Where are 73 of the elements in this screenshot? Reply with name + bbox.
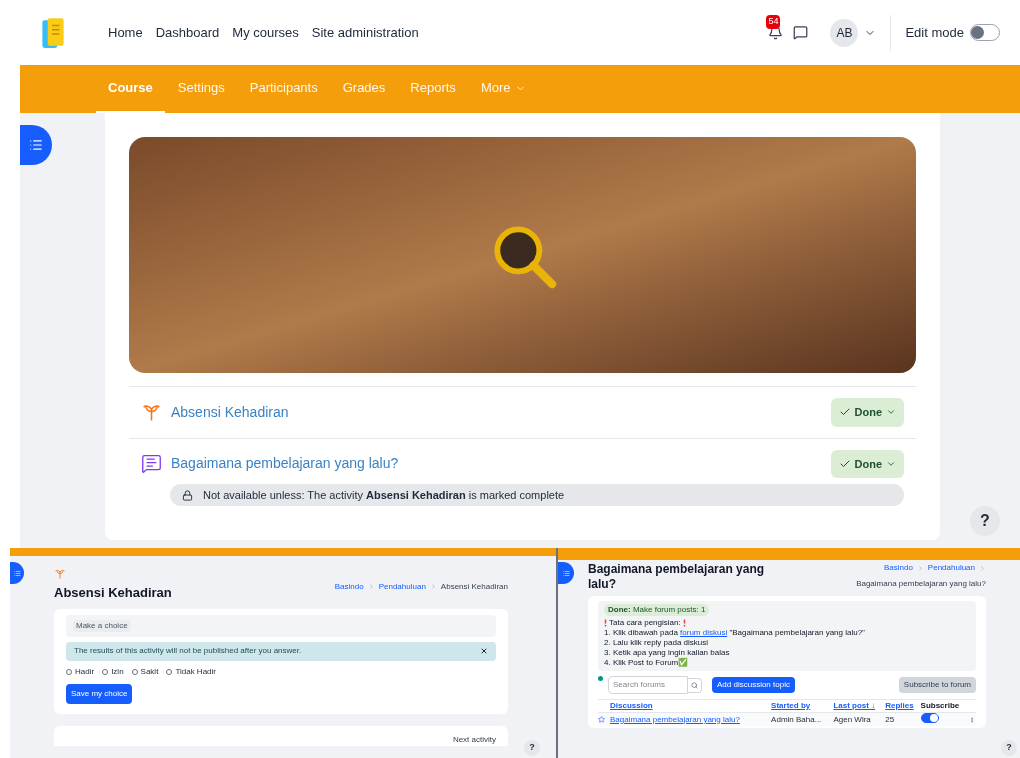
help-button[interactable]: ? bbox=[970, 506, 1000, 536]
list-icon bbox=[562, 569, 570, 577]
completion-dropdown[interactable]: Done bbox=[830, 449, 904, 478]
chat-icon bbox=[141, 453, 162, 475]
column-header[interactable]: Last post ↓ bbox=[833, 699, 886, 713]
table-cell: Agen Wira bbox=[833, 712, 886, 726]
table-cell: 25 bbox=[885, 712, 921, 726]
nav-link[interactable]: Dashboard bbox=[155, 22, 220, 43]
edit-mode-label: Edit mode bbox=[905, 23, 964, 42]
book-logo[interactable] bbox=[40, 15, 66, 50]
drawer-button[interactable] bbox=[20, 125, 52, 165]
column-header: Subscribe bbox=[920, 699, 969, 713]
notification-count: 54 bbox=[766, 15, 781, 29]
column-header[interactable]: Started by bbox=[771, 699, 834, 713]
page-title: Absensi Kehadiran bbox=[54, 584, 172, 602]
chevron-icon bbox=[429, 583, 437, 590]
forum-link[interactable]: forum diskusi bbox=[680, 628, 728, 637]
alert-text: The results of this activity will not be published after you answer. bbox=[74, 645, 302, 657]
add-discussion-button[interactable]: Add discussion topic bbox=[712, 677, 795, 693]
page-title: Bagaimana pembelajaran yang lalu? bbox=[588, 562, 766, 592]
help-button[interactable]: ? bbox=[524, 740, 540, 756]
bell-icon[interactable] bbox=[768, 25, 784, 40]
table-cell: Admin Baha... bbox=[771, 712, 834, 726]
completion-badge: Done: Make forum posts: 1 bbox=[604, 604, 710, 616]
exclamation-icon bbox=[682, 618, 686, 627]
nav-link[interactable]: My courses bbox=[232, 22, 299, 43]
toggle-switch[interactable] bbox=[970, 24, 1000, 41]
close-icon[interactable] bbox=[480, 647, 488, 655]
restriction-text: Not available unless: The activity Absensi Kehadiran is marked complete bbox=[203, 487, 565, 503]
radio-option[interactable]: Izin bbox=[102, 665, 124, 678]
save-button[interactable]: Save my choice bbox=[66, 683, 133, 704]
nav-link[interactable]: Site administration bbox=[311, 22, 419, 43]
star-icon[interactable] bbox=[598, 716, 605, 723]
drawer-button[interactable] bbox=[558, 562, 574, 584]
breadcrumb-link[interactable]: Basindo bbox=[334, 580, 364, 593]
chevron-icon bbox=[979, 564, 986, 572]
activity-link[interactable]: Absensi Kehadiran bbox=[171, 401, 289, 423]
chat-icon[interactable] bbox=[793, 25, 809, 40]
avatar[interactable]: AB bbox=[830, 18, 859, 47]
breadcrumb-link[interactable]: Pendahuluan bbox=[378, 580, 426, 593]
column-header[interactable]: Replies bbox=[885, 699, 921, 713]
instruction-line: 4. Klik Post to Forum✅ bbox=[604, 658, 690, 668]
search-field[interactable]: Search forums bbox=[608, 676, 688, 694]
lock-icon bbox=[182, 489, 193, 501]
exclamation-icon bbox=[604, 618, 607, 627]
breadcrumb-link[interactable]: Pendahuluan bbox=[927, 562, 975, 574]
discussion-link[interactable]: Bagaimana pembelajaran yang lalu? bbox=[610, 712, 772, 726]
column-header[interactable]: Discussion bbox=[610, 699, 772, 713]
signpost-icon bbox=[54, 568, 66, 580]
list-icon bbox=[13, 569, 21, 577]
subscribe-button[interactable]: Subscribe to forum bbox=[898, 677, 976, 693]
breadcrumb-link[interactable]: Basindo bbox=[883, 562, 913, 574]
radio-option[interactable]: Tidak Hadir bbox=[166, 665, 216, 678]
more-icon[interactable] bbox=[968, 716, 975, 723]
instruction-line: 2. Lalu klik reply pada diskusi bbox=[604, 638, 710, 648]
completion-dropdown[interactable]: Done bbox=[830, 398, 904, 427]
drawer-button[interactable] bbox=[10, 562, 24, 584]
instruction-line: 1. Klik dibawah pada forum diskusi "Bagaimana pembelajaran yang lalu?" bbox=[604, 628, 866, 638]
nav-link[interactable]: Home bbox=[108, 22, 143, 43]
instructions-heading: Tata cara pengisian: bbox=[604, 618, 970, 628]
next-activity-link[interactable]: Next activity bbox=[452, 733, 496, 746]
toggle-switch[interactable] bbox=[920, 713, 939, 723]
search-icon bbox=[691, 681, 698, 689]
chevron-icon bbox=[367, 583, 375, 590]
radio-option[interactable]: Sakit bbox=[131, 665, 159, 678]
activity-tag: Make a choice bbox=[73, 619, 131, 632]
chevron-icon bbox=[916, 564, 924, 572]
instruction-line: 3. Ketik apa yang ingin kalian balas bbox=[604, 648, 731, 657]
radio-option[interactable]: Hadir bbox=[66, 665, 95, 678]
help-button[interactable]: ? bbox=[1001, 740, 1017, 756]
search-button[interactable] bbox=[688, 677, 702, 693]
list-icon bbox=[29, 138, 43, 152]
activity-link[interactable]: Bagaimana pembelajaran yang lalu? bbox=[171, 453, 399, 475]
